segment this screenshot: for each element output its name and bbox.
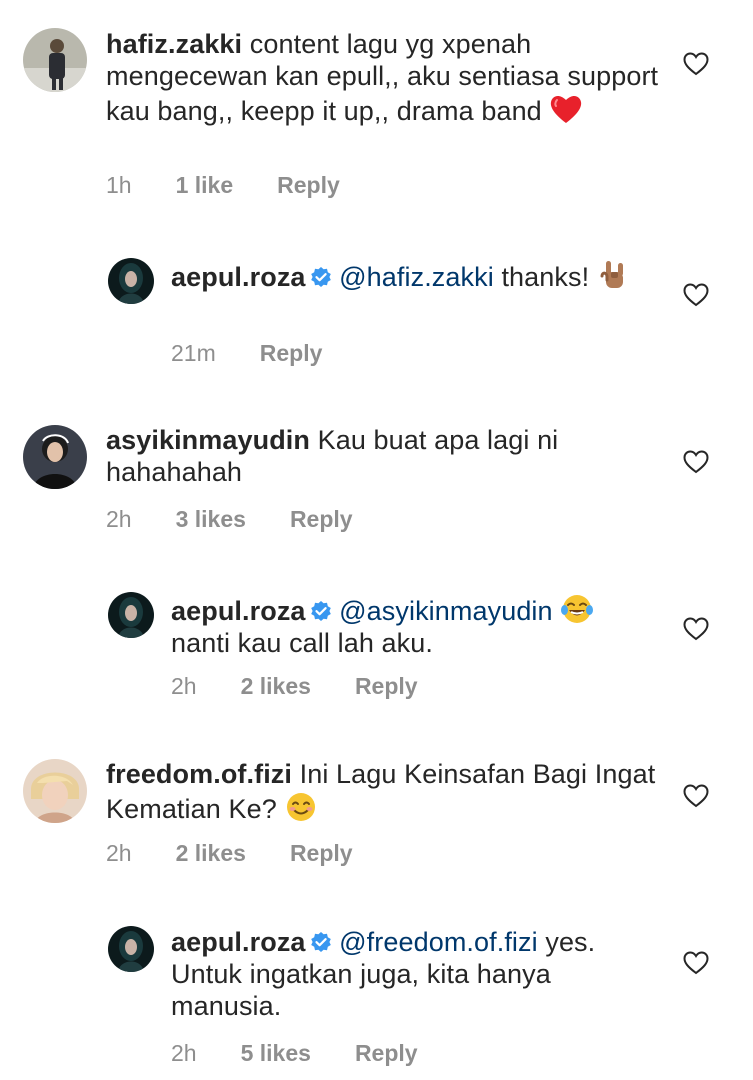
username-link[interactable]: aepul.roza (171, 927, 306, 957)
reply-button[interactable]: Reply (260, 340, 323, 367)
mention-link[interactable]: @asyikinmayudin (339, 596, 553, 626)
avatar[interactable] (108, 926, 154, 972)
comment-body: hafiz.zakki content lagu yg xpenah menge… (106, 28, 676, 127)
red-heart-emoji-icon (549, 92, 583, 126)
smiling-face-emoji-icon (284, 790, 318, 824)
like-heart-icon[interactable] (683, 617, 709, 641)
likes-count[interactable]: 1 like (176, 172, 234, 199)
comment-body: aepul.roza @freedom.of.fizi yes. Untuk i… (171, 926, 651, 1022)
comment-body: asyikinmayudin Kau buat apa lagi ni haha… (106, 424, 676, 488)
comment-meta: 21m Reply (171, 340, 366, 367)
likes-count[interactable]: 2 likes (176, 840, 246, 867)
username-link[interactable]: aepul.roza (171, 262, 306, 292)
like-heart-icon[interactable] (683, 52, 709, 76)
avatar[interactable] (23, 759, 87, 823)
avatar[interactable] (108, 592, 154, 638)
like-heart-icon[interactable] (683, 784, 709, 808)
verified-badge-icon (310, 932, 331, 952)
reply-button[interactable]: Reply (290, 840, 353, 867)
comment-meta: 2h 2 likes Reply (106, 840, 397, 867)
comment-body: aepul.roza @asyikinmayudin nanti kau cal… (171, 592, 651, 659)
avatar[interactable] (108, 258, 154, 304)
username-link[interactable]: aepul.roza (171, 596, 306, 626)
comment-body: freedom.of.fizi Ini Lagu Keinsafan Bagi … (106, 758, 676, 825)
verified-badge-icon (310, 601, 331, 621)
verified-badge-icon (310, 267, 331, 287)
avatar[interactable] (23, 28, 87, 92)
likes-count[interactable]: 2 likes (241, 673, 311, 700)
comment-text: nanti kau call lah aku. (171, 628, 433, 658)
reply-button[interactable]: Reply (290, 506, 353, 533)
reply-button[interactable]: Reply (355, 673, 418, 700)
comment-meta: 2h 3 likes Reply (106, 506, 397, 533)
avatar[interactable] (23, 425, 87, 489)
username-link[interactable]: freedom.of.fizi (106, 759, 292, 789)
like-heart-icon[interactable] (683, 951, 709, 975)
timestamp: 2h (106, 840, 132, 866)
mention-link[interactable]: @hafiz.zakki (339, 262, 494, 292)
reply-button[interactable]: Reply (355, 1040, 418, 1067)
tears-of-joy-emoji-icon (560, 592, 594, 626)
mention-link[interactable]: @freedom.of.fizi (339, 927, 538, 957)
timestamp: 2h (171, 1040, 197, 1066)
likes-count[interactable]: 5 likes (241, 1040, 311, 1067)
comment-text: thanks! (501, 262, 590, 292)
like-heart-icon[interactable] (683, 283, 709, 307)
comment-meta: 1h 1 like Reply (106, 172, 384, 199)
username-link[interactable]: hafiz.zakki (106, 29, 242, 59)
comment-meta: 2h 5 likes Reply (171, 1040, 462, 1067)
timestamp: 21m (171, 340, 216, 366)
username-link[interactable]: asyikinmayudin (106, 425, 310, 455)
comments-list: hafiz.zakki content lagu yg xpenah menge… (0, 0, 753, 1080)
comment-meta: 2h 2 likes Reply (171, 673, 462, 700)
like-heart-icon[interactable] (683, 450, 709, 474)
sign-of-horns-emoji-icon (597, 258, 631, 292)
timestamp: 2h (106, 506, 132, 532)
reply-button[interactable]: Reply (277, 172, 340, 199)
timestamp: 1h (106, 172, 132, 198)
timestamp: 2h (171, 673, 197, 699)
comment-body: aepul.roza @hafiz.zakki thanks! (171, 258, 651, 293)
likes-count[interactable]: 3 likes (176, 506, 246, 533)
